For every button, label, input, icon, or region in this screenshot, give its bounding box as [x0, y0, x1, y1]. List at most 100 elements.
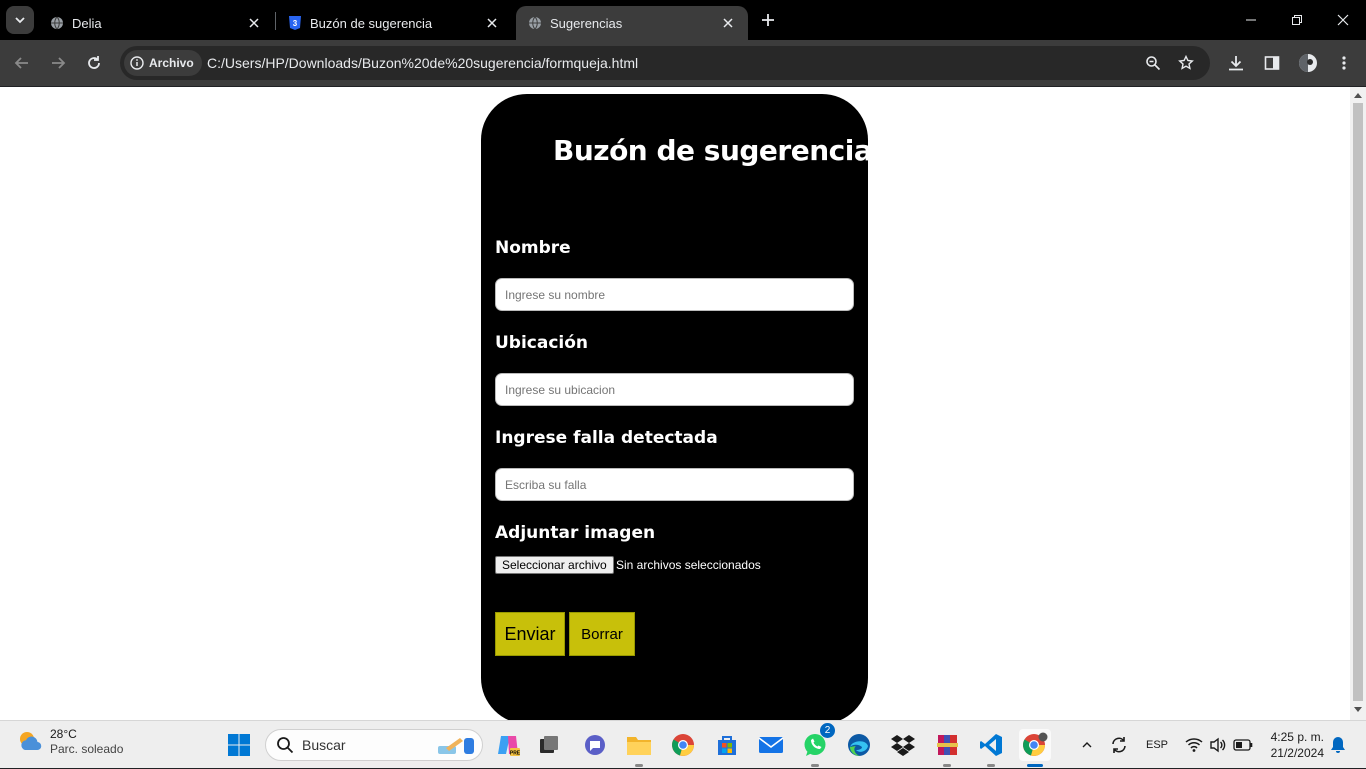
css3-icon: 3: [288, 16, 302, 30]
zoom-button[interactable]: [1141, 51, 1165, 75]
restore-icon: [1292, 15, 1302, 25]
restore-button[interactable]: [1274, 0, 1320, 40]
back-button[interactable]: [6, 47, 38, 79]
weather-widget[interactable]: 28°C Parc. soleado: [16, 727, 123, 757]
running-indicator: [811, 764, 819, 767]
tab-search-button[interactable]: [6, 6, 34, 34]
system-clock[interactable]: 4:25 p. m. 21/2/2024: [1262, 729, 1324, 761]
download-icon: [1229, 56, 1243, 71]
notifications-button[interactable]: [1328, 721, 1348, 769]
copilot-icon: PRE: [498, 736, 521, 757]
bell-icon: [1331, 737, 1345, 753]
vscode-button[interactable]: [975, 729, 1007, 767]
fault-input[interactable]: [495, 468, 854, 501]
dropbox-button[interactable]: [887, 729, 919, 761]
teams-button[interactable]: [579, 729, 611, 761]
winrar-icon: [937, 735, 958, 755]
new-tab-button[interactable]: [756, 8, 780, 32]
chevron-up-icon: [1082, 742, 1092, 748]
winrar-button[interactable]: [931, 729, 963, 767]
start-icon: [228, 734, 250, 756]
notification-badge: 2: [820, 723, 835, 738]
select-file-button[interactable]: Seleccionar archivo: [495, 556, 614, 574]
battery-button[interactable]: [1231, 721, 1255, 769]
minimize-button[interactable]: [1228, 0, 1274, 40]
forward-button[interactable]: [42, 47, 74, 79]
tab-title: Delia: [72, 15, 102, 31]
close-icon[interactable]: [246, 15, 262, 31]
wifi-button[interactable]: [1183, 721, 1205, 769]
partly-sunny-icon: [20, 732, 42, 751]
running-indicator: [987, 764, 995, 767]
task-view-icon: [540, 736, 558, 753]
taskbar-search[interactable]: Buscar: [265, 729, 483, 761]
store-button[interactable]: [711, 729, 743, 761]
sync-button[interactable]: [1106, 721, 1132, 769]
start-button[interactable]: [223, 729, 255, 761]
scroll-up-icon[interactable]: [1354, 93, 1362, 98]
file-explorer-button[interactable]: [623, 729, 655, 767]
tab-buzon[interactable]: 3 Buzón de sugerencia: [276, 6, 512, 40]
submit-button[interactable]: Enviar: [495, 612, 565, 656]
file-explorer-icon: [627, 737, 651, 755]
chrome-profile-button[interactable]: [1019, 729, 1051, 767]
battery-icon: [1233, 739, 1253, 751]
whatsapp-button[interactable]: 2: [799, 723, 835, 767]
scroll-thumb[interactable]: [1353, 103, 1363, 701]
volume-button[interactable]: [1207, 721, 1229, 769]
form-title: Buzón de sugerencias: [553, 134, 889, 167]
search-highlight-icon: [438, 738, 474, 754]
vscode-icon: [980, 734, 1002, 756]
downloads-button[interactable]: [1224, 51, 1248, 75]
mail-button[interactable]: [755, 729, 787, 761]
language-indicator[interactable]: ESP: [1142, 721, 1172, 769]
mail-icon: [758, 737, 784, 753]
chrome-icon: [672, 734, 694, 756]
clock-time: 4:25 p. m.: [1270, 730, 1324, 744]
location-input[interactable]: [495, 373, 854, 406]
attach-image-label: Adjuntar imagen: [495, 523, 656, 543]
microsoft-store-icon: [718, 736, 736, 755]
name-label: Nombre: [495, 238, 571, 258]
page-scrollbar[interactable]: [1350, 87, 1366, 720]
weather-temp: 28°C: [50, 727, 77, 741]
copilot-button[interactable]: PRE: [492, 729, 524, 761]
name-input[interactable]: [495, 278, 854, 311]
fault-label: Ingrese falla detectada: [495, 428, 718, 448]
menu-button[interactable]: [1332, 51, 1356, 75]
search-icon: [277, 737, 294, 754]
reset-button[interactable]: Borrar: [569, 612, 635, 656]
tab-sugerencias[interactable]: Sugerencias: [516, 6, 748, 40]
bookmark-button[interactable]: [1174, 51, 1198, 75]
close-icon[interactable]: [720, 15, 736, 31]
globe-icon: [528, 16, 542, 30]
close-icon[interactable]: [484, 15, 500, 31]
edge-icon: [848, 734, 870, 756]
address-bar[interactable]: Archivo C:/Users/HP/Downloads/Buzon%20de…: [120, 46, 1210, 80]
chrome-button[interactable]: [667, 729, 699, 761]
clock-date: 21/2/2024: [1270, 746, 1324, 760]
chrome-profile-icon: [1023, 732, 1048, 756]
task-view-button[interactable]: [533, 729, 565, 761]
edge-button[interactable]: [843, 729, 875, 761]
minimize-icon: [1246, 19, 1256, 21]
show-hidden-icons-button[interactable]: [1076, 721, 1098, 769]
kebab-menu-icon: [1342, 56, 1346, 70]
site-info-label: Archivo: [149, 56, 194, 70]
location-label: Ubicación: [495, 333, 589, 353]
tab-title: Buzón de sugerencia: [310, 15, 433, 31]
arrow-left-icon: [14, 57, 28, 69]
close-window-button[interactable]: [1320, 0, 1366, 40]
dropbox-icon: [891, 735, 915, 756]
tab-delia[interactable]: Delia: [38, 6, 274, 40]
reload-icon: [88, 56, 100, 69]
reload-button[interactable]: [78, 47, 110, 79]
weather-condition: Parc. soleado: [50, 742, 124, 756]
site-info-chip[interactable]: Archivo: [124, 50, 202, 76]
url-text[interactable]: C:/Users/HP/Downloads/Buzon%20de%20suger…: [207, 46, 638, 80]
profile-button[interactable]: [1296, 51, 1320, 75]
side-panel-button[interactable]: [1260, 51, 1284, 75]
file-status-text: Sin archivos seleccionados: [616, 558, 761, 572]
scroll-down-icon[interactable]: [1354, 707, 1362, 712]
sync-icon: [1112, 737, 1126, 753]
